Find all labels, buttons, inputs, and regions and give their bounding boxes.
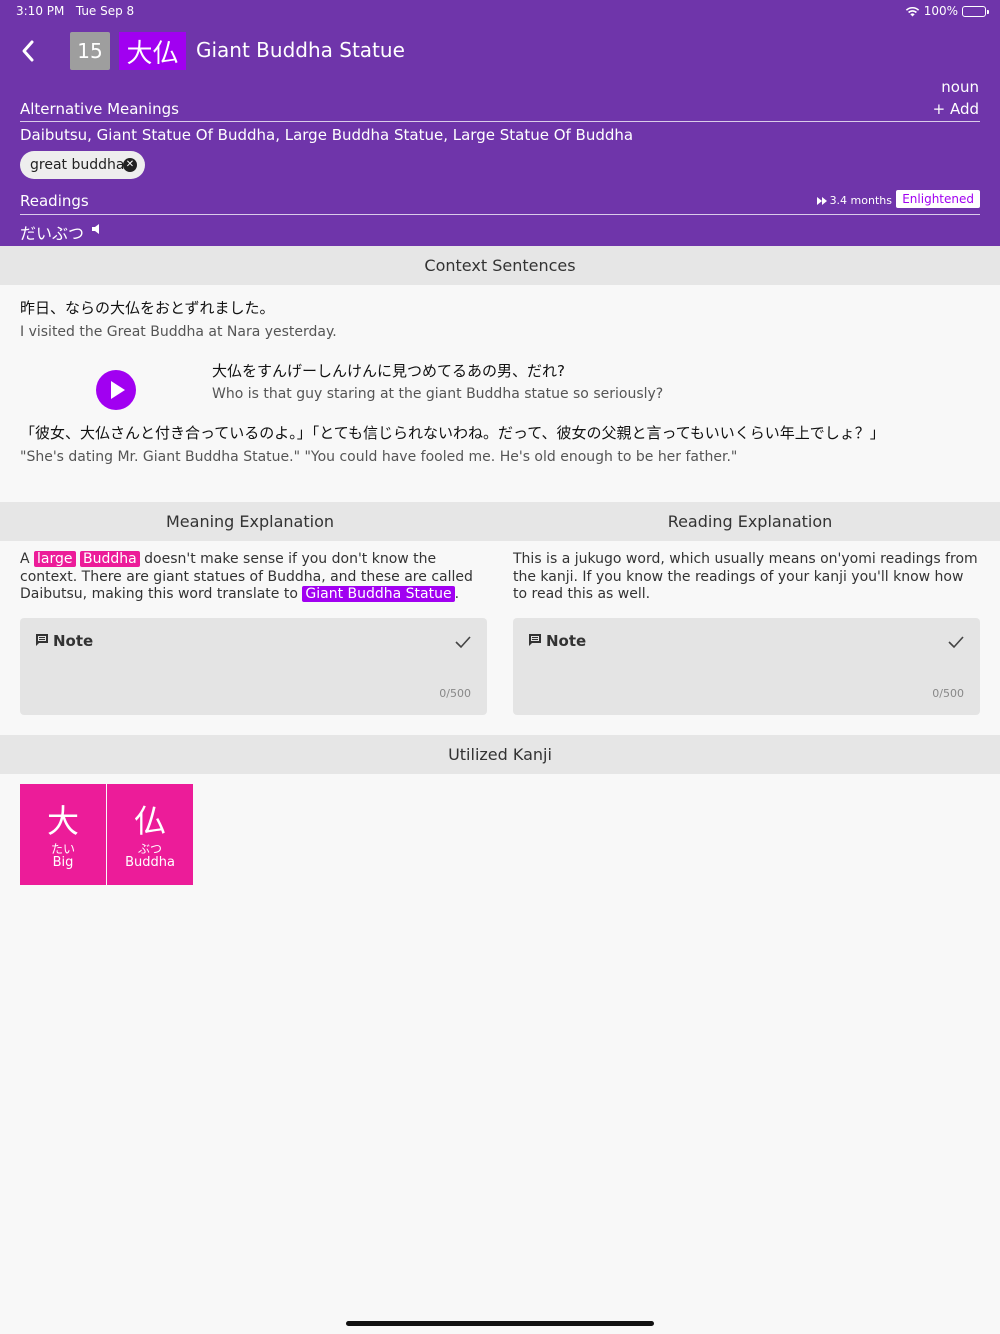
context-sentence-jp: 「彼女、大仏さんと付き合っているのよ。」「とても信じられないわね。だって、彼女の… xyxy=(20,424,885,442)
status-time: 3:10 PM Tue Sep 8 xyxy=(16,4,135,18)
alt-meanings-list: Daibutsu, Giant Statue Of Buddha, Large … xyxy=(20,126,634,144)
context-sentence-en: "She's dating Mr. Giant Buddha Statue." … xyxy=(20,449,738,465)
context-sentence-jp: 昨日、ならの大仏をおとずれました。 xyxy=(20,299,275,317)
context-sentence-en: I visited the Great Buddha at Nara yeste… xyxy=(20,324,337,340)
note-label: Note xyxy=(53,632,94,650)
vocab-title: Giant Buddha Statue xyxy=(196,38,405,62)
note-icon xyxy=(36,634,48,646)
context-sentence-en: Who is that guy staring at the giant Bud… xyxy=(212,386,664,402)
note-icon xyxy=(529,634,541,646)
meaning-explanation-text: A large Buddha doesn't make sense if you… xyxy=(20,551,473,602)
speaker-icon[interactable] xyxy=(90,222,104,236)
context-sentences-header: Context Sentences xyxy=(0,246,1000,285)
battery-icon xyxy=(962,5,989,17)
reading-explanation-text: This is a jukugo word, which usually mea… xyxy=(513,551,978,602)
part-of-speech: noun xyxy=(941,78,979,96)
user-synonym-chip[interactable]: great buddha ✕ xyxy=(20,151,145,179)
utilized-kanji-header: Utilized Kanji xyxy=(0,735,1000,774)
divider xyxy=(20,214,980,215)
alt-meanings-label: Alternative Meanings xyxy=(20,100,179,118)
reading-explanation-header: Reading Explanation xyxy=(500,502,1000,541)
srs-next-review: 3.4 months xyxy=(816,194,892,207)
reading-kana: だいぶつ xyxy=(20,224,85,243)
vocab-characters: 大仏 xyxy=(119,32,186,70)
radical-highlight: Buddha xyxy=(79,551,140,567)
kanji-tile[interactable]: 大 たい Big xyxy=(20,784,106,885)
meaning-note-card[interactable]: Note 0/500 xyxy=(20,618,487,715)
status-indicators: 100% xyxy=(905,4,989,18)
play-audio-button[interactable] xyxy=(96,370,136,410)
wifi-icon xyxy=(905,6,919,16)
context-sentence-jp: 大仏をすんげーしんけんに見つめてるあの男、だれ? xyxy=(212,362,565,380)
vocab-highlight: Giant Buddha Statue xyxy=(302,586,455,602)
kanji-tile[interactable]: 仏 ぶつ Buddha xyxy=(107,784,193,885)
back-button[interactable] xyxy=(16,36,44,66)
srs-stage-badge: Enlightened xyxy=(896,190,980,208)
note-label: Note xyxy=(546,632,587,650)
add-synonym-button[interactable]: + Add xyxy=(933,100,979,118)
checkmark-icon[interactable] xyxy=(948,635,964,649)
kanji-meaning: Buddha xyxy=(125,855,175,870)
divider xyxy=(20,121,980,122)
reading-note-card[interactable]: Note 0/500 xyxy=(513,618,980,715)
vocab-header: 3:10 PM Tue Sep 8 100% 15 大仏 Giant Buddh… xyxy=(0,0,1000,246)
readings-label: Readings xyxy=(20,192,89,210)
level-badge: 15 xyxy=(70,32,110,70)
radical-highlight: large xyxy=(34,551,76,567)
kanji-meaning: Big xyxy=(52,855,74,870)
note-char-count: 0/500 xyxy=(439,687,471,700)
kanji-character: 大 xyxy=(46,802,79,840)
fast-forward-icon xyxy=(816,196,827,205)
home-indicator[interactable] xyxy=(346,1321,654,1326)
close-icon[interactable]: ✕ xyxy=(123,158,137,172)
kanji-character: 仏 xyxy=(133,802,166,840)
note-char-count: 0/500 xyxy=(932,687,964,700)
battery-percent: 100% xyxy=(923,4,958,18)
meaning-explanation-header: Meaning Explanation xyxy=(0,502,500,541)
user-synonym-label: great buddha xyxy=(30,157,125,173)
checkmark-icon[interactable] xyxy=(455,635,471,649)
